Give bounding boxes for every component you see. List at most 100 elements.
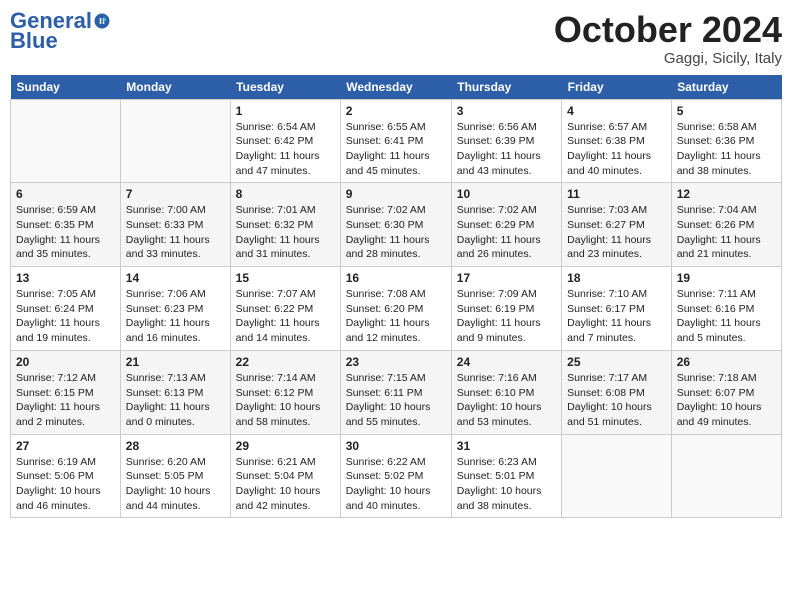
calendar-cell: 9 Sunrise: 7:02 AMSunset: 6:30 PMDaylight… [340, 183, 451, 267]
calendar-cell: 20 Sunrise: 7:12 AMSunset: 6:15 PMDayligh… [11, 350, 121, 434]
calendar-cell: 26 Sunrise: 7:18 AMSunset: 6:07 PMDayligh… [671, 350, 781, 434]
calendar-cell: 17 Sunrise: 7:09 AMSunset: 6:19 PMDayligh… [451, 267, 561, 351]
calendar-week-row: 27 Sunrise: 6:19 AMSunset: 5:06 PMDayligh… [11, 434, 782, 518]
calendar-cell: 31 Sunrise: 6:23 AMSunset: 5:01 PMDayligh… [451, 434, 561, 518]
logo: General Blue [10, 10, 113, 54]
calendar-cell: 25 Sunrise: 7:17 AMSunset: 6:08 PMDayligh… [562, 350, 672, 434]
day-info: Sunrise: 7:17 AMSunset: 6:08 PMDaylight:… [567, 371, 666, 430]
day-info: Sunrise: 6:55 AMSunset: 6:41 PMDaylight:… [346, 120, 446, 179]
day-number: 9 [346, 187, 446, 201]
day-number: 16 [346, 271, 446, 285]
day-info: Sunrise: 7:18 AMSunset: 6:07 PMDaylight:… [677, 371, 776, 430]
day-info: Sunrise: 7:11 AMSunset: 6:16 PMDaylight:… [677, 287, 776, 346]
weekday-header: Sunday [11, 75, 121, 100]
location: Gaggi, Sicily, Italy [554, 50, 782, 67]
weekday-header: Tuesday [230, 75, 340, 100]
day-info: Sunrise: 7:10 AMSunset: 6:17 PMDaylight:… [567, 287, 666, 346]
calendar-cell: 23Sunrise: 7:15 AMSunset: 6:11 PMDayligh… [340, 350, 451, 434]
day-number: 28 [126, 439, 225, 453]
weekday-header: Wednesday [340, 75, 451, 100]
day-info: Sunrise: 6:59 AMSunset: 6:35 PMDaylight:… [16, 203, 115, 262]
day-info: Sunrise: 7:00 AMSunset: 6:33 PMDaylight:… [126, 203, 225, 262]
day-info: Sunrise: 7:02 AMSunset: 6:29 PMDaylight:… [457, 203, 556, 262]
day-info: Sunrise: 6:21 AMSunset: 5:04 PMDaylight:… [236, 455, 335, 514]
calendar-cell [562, 434, 672, 518]
day-info: Sunrise: 6:58 AMSunset: 6:36 PMDaylight:… [677, 120, 776, 179]
day-info: Sunrise: 6:56 AMSunset: 6:39 PMDaylight:… [457, 120, 556, 179]
logo-icon [93, 12, 111, 30]
day-number: 31 [457, 439, 556, 453]
calendar-cell: 27 Sunrise: 6:19 AMSunset: 5:06 PMDayligh… [11, 434, 121, 518]
weekday-header: Friday [562, 75, 672, 100]
day-info: Sunrise: 7:02 AMSunset: 6:30 PMDaylight:… [346, 203, 446, 262]
calendar-cell: 14 Sunrise: 7:06 AMSunset: 6:23 PMDayligh… [120, 267, 230, 351]
calendar-cell: 3 Sunrise: 6:56 AMSunset: 6:39 PMDaylight… [451, 99, 561, 183]
calendar-cell: 12Sunrise: 7:04 AMSunset: 6:26 PMDayligh… [671, 183, 781, 267]
day-number: 19 [677, 271, 776, 285]
calendar-cell: 19 Sunrise: 7:11 AMSunset: 6:16 PMDayligh… [671, 267, 781, 351]
day-info: Sunrise: 6:19 AMSunset: 5:06 PMDaylight:… [16, 455, 115, 514]
calendar-cell: 8 Sunrise: 7:01 AMSunset: 6:32 PMDaylight… [230, 183, 340, 267]
weekday-header: Saturday [671, 75, 781, 100]
day-number: 20 [16, 355, 115, 369]
day-number: 29 [236, 439, 335, 453]
day-number: 2 [346, 104, 446, 118]
calendar-cell: 10 Sunrise: 7:02 AMSunset: 6:29 PMDayligh… [451, 183, 561, 267]
day-number: 10 [457, 187, 556, 201]
day-info: Sunrise: 7:08 AMSunset: 6:20 PMDaylight:… [346, 287, 446, 346]
day-number: 18 [567, 271, 666, 285]
day-number: 6 [16, 187, 115, 201]
day-info: Sunrise: 7:16 AMSunset: 6:10 PMDaylight:… [457, 371, 556, 430]
calendar-cell: 18 Sunrise: 7:10 AMSunset: 6:17 PMDayligh… [562, 267, 672, 351]
day-number: 22 [236, 355, 335, 369]
day-number: 30 [346, 439, 446, 453]
calendar-cell [120, 99, 230, 183]
calendar-cell: 24Sunrise: 7:16 AMSunset: 6:10 PMDayligh… [451, 350, 561, 434]
calendar-cell: 13Sunrise: 7:05 AMSunset: 6:24 PMDayligh… [11, 267, 121, 351]
day-number: 15 [236, 271, 335, 285]
calendar-week-row: 6 Sunrise: 6:59 AMSunset: 6:35 PMDaylight… [11, 183, 782, 267]
calendar-cell: 30 Sunrise: 6:22 AMSunset: 5:02 PMDayligh… [340, 434, 451, 518]
calendar-cell: 16 Sunrise: 7:08 AMSunset: 6:20 PMDayligh… [340, 267, 451, 351]
day-info: Sunrise: 7:04 AMSunset: 6:26 PMDaylight:… [677, 203, 776, 262]
day-info: Sunrise: 7:14 AMSunset: 6:12 PMDaylight:… [236, 371, 335, 430]
calendar-cell: 7Sunrise: 7:00 AMSunset: 6:33 PMDaylight… [120, 183, 230, 267]
day-info: Sunrise: 7:05 AMSunset: 6:24 PMDaylight:… [16, 287, 115, 346]
day-number: 5 [677, 104, 776, 118]
day-number: 4 [567, 104, 666, 118]
day-number: 23 [346, 355, 446, 369]
day-info: Sunrise: 7:09 AMSunset: 6:19 PMDaylight:… [457, 287, 556, 346]
day-number: 26 [677, 355, 776, 369]
calendar-cell: 4 Sunrise: 6:57 AMSunset: 6:38 PMDaylight… [562, 99, 672, 183]
calendar-cell: 5 Sunrise: 6:58 AMSunset: 6:36 PMDaylight… [671, 99, 781, 183]
title-area: October 2024 Gaggi, Sicily, Italy [554, 10, 782, 67]
day-number: 27 [16, 439, 115, 453]
day-number: 25 [567, 355, 666, 369]
calendar-week-row: 13Sunrise: 7:05 AMSunset: 6:24 PMDayligh… [11, 267, 782, 351]
day-number: 1 [236, 104, 335, 118]
day-info: Sunrise: 7:01 AMSunset: 6:32 PMDaylight:… [236, 203, 335, 262]
day-info: Sunrise: 6:54 AMSunset: 6:42 PMDaylight:… [236, 120, 335, 179]
day-info: Sunrise: 7:07 AMSunset: 6:22 PMDaylight:… [236, 287, 335, 346]
day-number: 17 [457, 271, 556, 285]
calendar-cell: 28Sunrise: 6:20 AMSunset: 5:05 PMDayligh… [120, 434, 230, 518]
calendar-cell: 11 Sunrise: 7:03 AMSunset: 6:27 PMDayligh… [562, 183, 672, 267]
calendar-table: SundayMondayTuesdayWednesdayThursdayFrid… [10, 75, 782, 519]
day-info: Sunrise: 6:22 AMSunset: 5:02 PMDaylight:… [346, 455, 446, 514]
day-info: Sunrise: 7:12 AMSunset: 6:15 PMDaylight:… [16, 371, 115, 430]
calendar-cell: 6 Sunrise: 6:59 AMSunset: 6:35 PMDaylight… [11, 183, 121, 267]
calendar-cell: 22 Sunrise: 7:14 AMSunset: 6:12 PMDayligh… [230, 350, 340, 434]
day-number: 14 [126, 271, 225, 285]
day-number: 3 [457, 104, 556, 118]
day-number: 8 [236, 187, 335, 201]
page-header: General Blue October 2024 Gaggi, Sicily,… [10, 10, 782, 67]
calendar-week-row: 20 Sunrise: 7:12 AMSunset: 6:15 PMDayligh… [11, 350, 782, 434]
day-info: Sunrise: 6:23 AMSunset: 5:01 PMDaylight:… [457, 455, 556, 514]
day-info: Sunrise: 7:06 AMSunset: 6:23 PMDaylight:… [126, 287, 225, 346]
day-info: Sunrise: 7:03 AMSunset: 6:27 PMDaylight:… [567, 203, 666, 262]
calendar-cell: 1 Sunrise: 6:54 AMSunset: 6:42 PMDaylight… [230, 99, 340, 183]
day-info: Sunrise: 7:13 AMSunset: 6:13 PMDaylight:… [126, 371, 225, 430]
calendar-cell: 2 Sunrise: 6:55 AMSunset: 6:41 PMDaylight… [340, 99, 451, 183]
day-info: Sunrise: 6:57 AMSunset: 6:38 PMDaylight:… [567, 120, 666, 179]
day-number: 11 [567, 187, 666, 201]
